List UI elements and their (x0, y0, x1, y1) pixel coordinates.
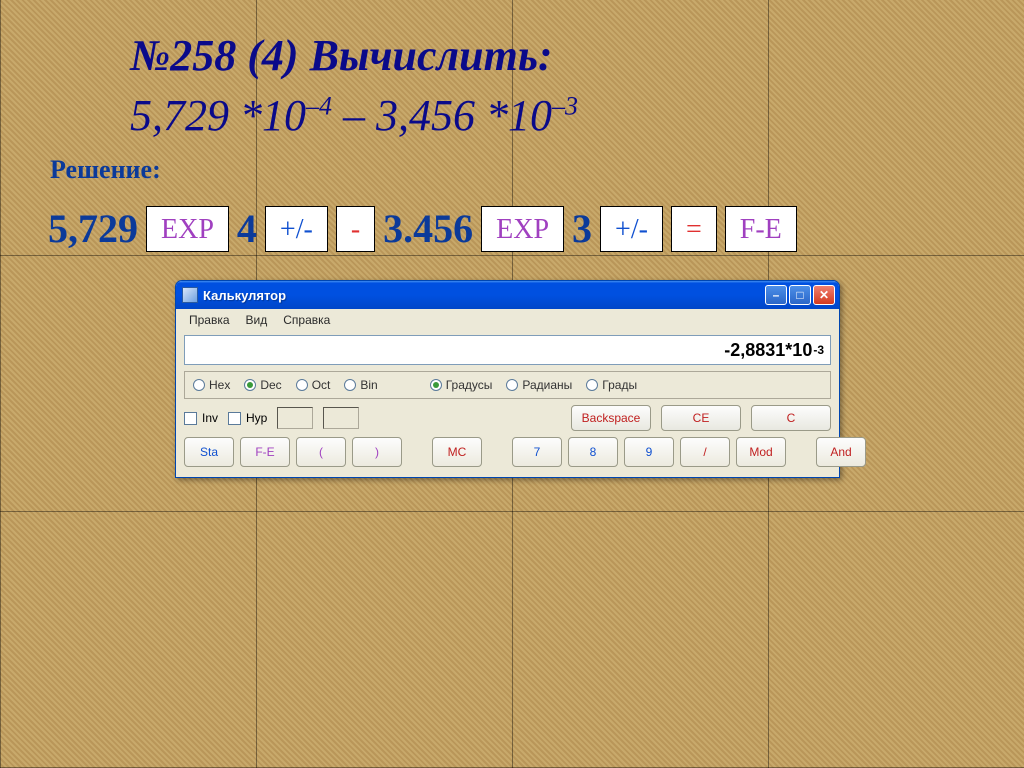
menu-help[interactable]: Справка (276, 312, 337, 328)
hyp-checkbox[interactable]: Hyp (228, 411, 267, 425)
seq-exp-key1: EXP (146, 206, 229, 252)
key-mc[interactable]: MC (432, 437, 482, 467)
radio-icon (430, 379, 442, 391)
memory-indicator (277, 407, 313, 429)
inv-checkbox[interactable]: Inv (184, 411, 218, 425)
mode-strip: Hex Dec Oct Bin Градусы Радианы Грады (184, 371, 831, 399)
radix-dec[interactable]: Dec (244, 378, 281, 392)
backspace-button[interactable]: Backspace (571, 405, 651, 431)
inv-label: Inv (202, 411, 218, 425)
input-sequence: 5,729 EXP 4 +/- - 3.456 EXP 3 +/- = F-E (48, 205, 797, 252)
maximize-button[interactable]: □ (789, 285, 811, 305)
page-title: №258 (4) Вычислить: (130, 30, 553, 81)
radix-group: Hex Dec Oct Bin (193, 378, 378, 392)
seq-minus: - (336, 206, 375, 252)
angle-радианы[interactable]: Радианы (506, 378, 572, 392)
titlebar[interactable]: Калькулятор – □ ✕ (176, 281, 839, 309)
display-main: -2,8831*10 (724, 340, 812, 361)
formula-mul1: *10 (229, 91, 306, 140)
angle-грады[interactable]: Грады (586, 378, 637, 392)
radio-label: Dec (260, 378, 281, 392)
formula-exp2: –3 (552, 91, 578, 120)
seq-digit1: 4 (237, 205, 257, 252)
seq-num2: 3.456 (383, 205, 473, 252)
seq-exp-key2: EXP (481, 206, 564, 252)
solution-label: Решение: (50, 155, 161, 185)
formula: 5,729 *10–4 – 3,456 *10–3 (130, 90, 578, 141)
minimize-button[interactable]: – (765, 285, 787, 305)
paren-indicator (323, 407, 359, 429)
radio-icon (244, 379, 256, 391)
hyp-label: Hyp (246, 411, 267, 425)
key-[interactable]: ) (352, 437, 402, 467)
radix-bin[interactable]: Bin (344, 378, 377, 392)
key-fe[interactable]: F-E (240, 437, 290, 467)
app-icon (182, 287, 198, 303)
key-and[interactable]: And (816, 437, 866, 467)
angle-градусы[interactable]: Градусы (430, 378, 493, 392)
radio-label: Радианы (522, 378, 572, 392)
calculator-window: Калькулятор – □ ✕ Правка Вид Справка -2,… (175, 280, 840, 478)
formula-minus: – (332, 91, 376, 140)
formula-mul2: *10 (475, 91, 552, 140)
menu-edit[interactable]: Правка (182, 312, 237, 328)
radio-label: Oct (312, 378, 331, 392)
angle-group: Градусы Радианы Грады (430, 378, 637, 392)
close-button[interactable]: ✕ (813, 285, 835, 305)
key-[interactable]: / (680, 437, 730, 467)
formula-a: 5,729 (130, 91, 229, 140)
radio-label: Грады (602, 378, 637, 392)
keypad: StaF-E()MC789/ModAnd (184, 437, 831, 467)
radio-label: Градусы (446, 378, 493, 392)
radio-icon (344, 379, 356, 391)
checkbox-icon (228, 412, 241, 425)
seq-equals: = (671, 206, 717, 252)
radio-label: Hex (209, 378, 230, 392)
window-title: Калькулятор (203, 288, 763, 303)
key-sta[interactable]: Sta (184, 437, 234, 467)
formula-b: 3,456 (376, 91, 475, 140)
key-7[interactable]: 7 (512, 437, 562, 467)
formula-exp1: –4 (306, 91, 332, 120)
calculator-display: -2,8831*10-3 (184, 335, 831, 365)
menu-view[interactable]: Вид (239, 312, 275, 328)
seq-digit2: 3 (572, 205, 592, 252)
seq-num1: 5,729 (48, 205, 138, 252)
checkbox-icon (184, 412, 197, 425)
seq-fe: F-E (725, 206, 797, 252)
radio-icon (586, 379, 598, 391)
options-row: Inv Hyp Backspace CE C (184, 405, 831, 431)
key-[interactable]: ( (296, 437, 346, 467)
radio-icon (193, 379, 205, 391)
key-mod[interactable]: Mod (736, 437, 786, 467)
seq-plusminus1: +/- (265, 206, 328, 252)
display-exponent: -3 (813, 343, 824, 357)
radio-label: Bin (360, 378, 377, 392)
c-button[interactable]: C (751, 405, 831, 431)
menubar: Правка Вид Справка (176, 309, 839, 332)
key-8[interactable]: 8 (568, 437, 618, 467)
radio-icon (296, 379, 308, 391)
key-9[interactable]: 9 (624, 437, 674, 467)
radix-hex[interactable]: Hex (193, 378, 230, 392)
radix-oct[interactable]: Oct (296, 378, 331, 392)
ce-button[interactable]: CE (661, 405, 741, 431)
radio-icon (506, 379, 518, 391)
seq-plusminus2: +/- (600, 206, 663, 252)
